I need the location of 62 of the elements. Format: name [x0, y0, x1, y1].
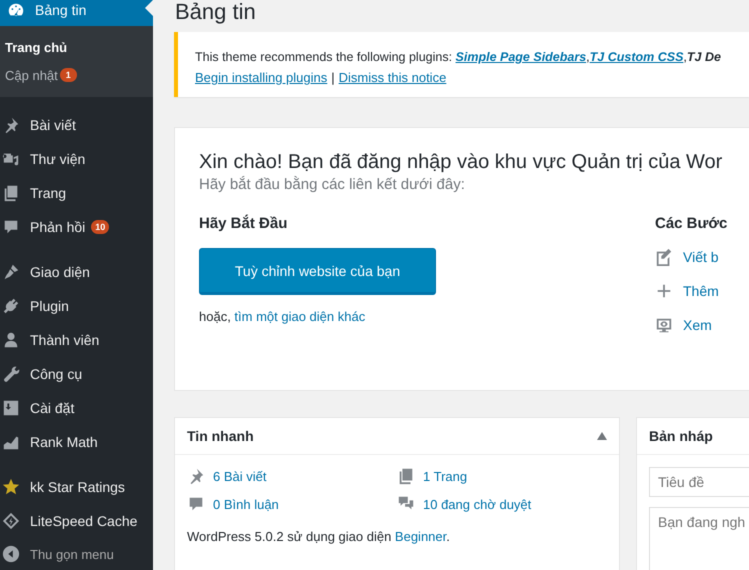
user-icon — [2, 331, 20, 350]
menu-item[interactable]: Bài viết — [0, 108, 153, 142]
menu-item[interactable]: LiteSpeed Cache — [0, 504, 153, 538]
submenu-item[interactable]: Trang chủ — [0, 33, 153, 62]
menu-item[interactable]: Phản hồi 10 — [0, 210, 153, 244]
menu-item[interactable]: Cài đặt — [0, 391, 153, 426]
comment-icon — [187, 495, 205, 513]
theme-link[interactable]: Beginner — [394, 529, 446, 544]
update-count: 1 — [60, 68, 77, 82]
begin-installing-link[interactable]: Begin installing plugins — [195, 70, 328, 85]
diamond-icon — [2, 512, 20, 530]
pages-icon — [2, 184, 20, 202]
submenu-item[interactable]: Cập nhật 1 — [0, 61, 153, 90]
stat-link[interactable]: 0 Bình luận — [213, 496, 279, 512]
column-heading: Hãy Bắt Đầu — [199, 215, 288, 232]
separator-text: | — [331, 70, 335, 85]
pages-icon — [397, 467, 415, 485]
menu-item[interactable]: kk Star Ratings — [0, 470, 153, 504]
menu-item[interactable]: Thành viên — [0, 323, 153, 358]
wrench-icon — [2, 365, 20, 384]
box-title: Bản nháp — [649, 428, 713, 444]
menu-item[interactable]: Bảng tin — [0, 0, 153, 26]
edit-icon — [655, 248, 673, 266]
menu-item[interactable]: Thư viện — [0, 142, 153, 176]
collapse-menu-button[interactable]: Thu gọn menu — [0, 538, 153, 570]
stat-link[interactable]: 10 đang chờ duyệt — [423, 496, 532, 512]
plugin-link[interactable]: Simple Page Sidebars — [456, 50, 586, 64]
title-field[interactable]: Tiêu đề — [649, 467, 749, 497]
paintbrush-icon — [2, 263, 20, 282]
next-step-link[interactable]: Thêm — [683, 283, 719, 299]
stat-link[interactable]: 6 Bài viết — [213, 468, 266, 484]
collapse-icon — [2, 545, 20, 564]
welcome-subtitle: Hãy bắt đầu bằng các liên kết dưới đây: — [199, 176, 466, 193]
plugin-link[interactable]: TJ Custom CSS — [590, 50, 684, 64]
theme-link[interactable]: tìm một giao diện khác — [234, 309, 366, 324]
toggle-icon[interactable] — [597, 432, 607, 440]
plus-icon — [655, 282, 673, 300]
menu-item[interactable]: Trang — [0, 176, 153, 210]
box-title: Tin nhanh — [187, 428, 254, 444]
monitor-icon — [655, 316, 673, 334]
menu-item[interactable]: Giao diện — [0, 255, 153, 290]
next-step-link[interactable]: Xem — [683, 317, 712, 333]
menu-item[interactable]: Plugin — [0, 289, 153, 324]
column-heading: Các Bước — [655, 215, 728, 232]
next-step-link[interactable]: Viết b — [683, 249, 719, 265]
star-icon — [2, 478, 20, 496]
list-separator: , — [683, 50, 687, 64]
customize-button[interactable]: Tuỳ chỉnh website của bạn — [199, 248, 436, 295]
dismiss-link[interactable]: Dismiss this notice — [338, 70, 446, 85]
page-title: Bảng tin — [175, 0, 257, 26]
list-separator: , — [586, 50, 590, 64]
comment-count: 10 — [91, 220, 110, 234]
stat-link[interactable]: 1 Trang — [423, 468, 468, 484]
version-text: WordPress 5.0.2 sử dụng giao diện Beginner. — [187, 529, 451, 544]
menu-item[interactable]: Rank Math — [0, 425, 153, 460]
alternative-text: hoặc, tìm một giao diện khác — [199, 309, 366, 324]
notice-text: This theme recommends the following plugins: Simple Page Sidebars,TJ Custom CSS,TJ De — [195, 50, 722, 64]
plug-icon — [2, 297, 20, 316]
menu-item[interactable]: Công cụ — [0, 357, 153, 392]
content-field[interactable]: Bạn đang ngh — [649, 507, 749, 570]
welcome-title: Xin chào! Bạn đã đăng nhập vào khu vực Quản trị của Wor — [199, 151, 724, 174]
plugin-name: TJ De — [686, 50, 721, 64]
